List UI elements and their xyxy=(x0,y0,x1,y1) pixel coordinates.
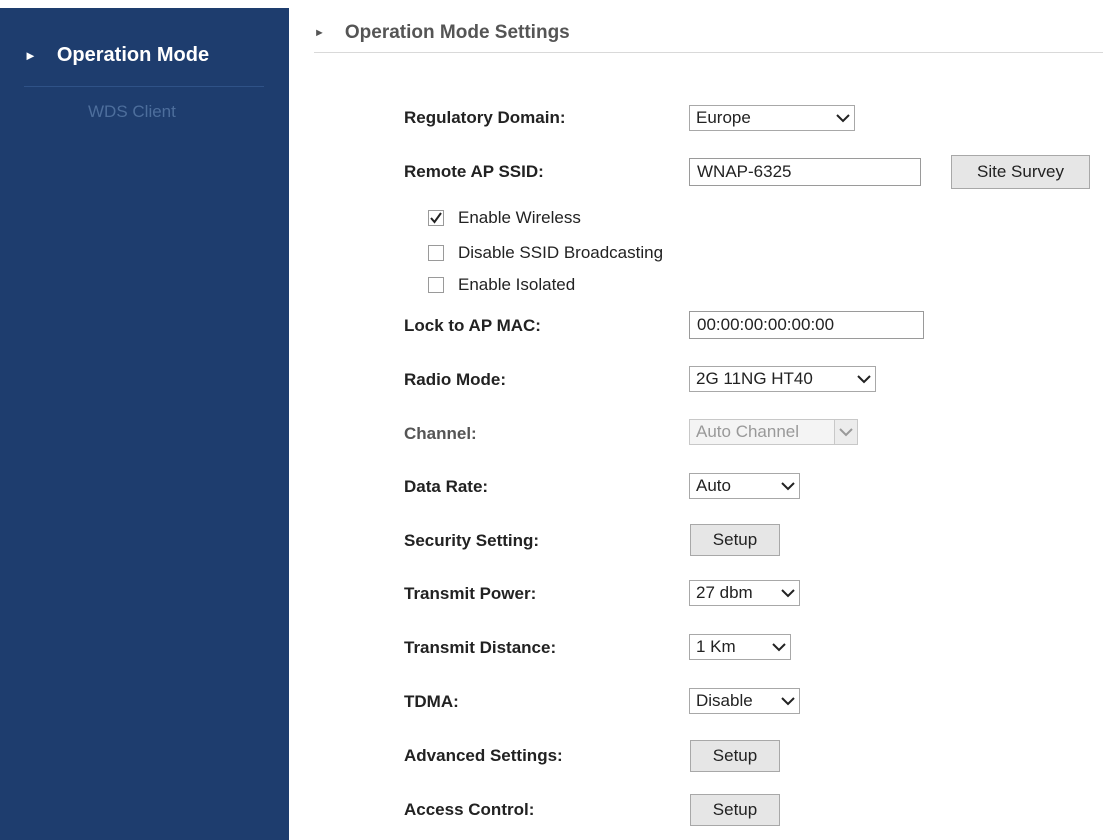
site-survey-button[interactable]: Site Survey xyxy=(951,155,1090,189)
transmit-power-label: Transmit Power: xyxy=(404,584,537,603)
sidebar-divider xyxy=(24,86,264,87)
lock-to-ap-mac-label: Lock to AP MAC: xyxy=(404,316,541,335)
channel-select: Auto Channel xyxy=(689,419,858,445)
chevron-down-icon xyxy=(832,106,854,130)
transmit-distance-label: Transmit Distance: xyxy=(404,638,557,657)
security-setting-label: Security Setting: xyxy=(404,531,540,550)
transmit-distance-select[interactable]: 1 Km xyxy=(689,634,791,660)
select-value: 2G 11NG HT40 xyxy=(696,369,813,388)
enable-wireless-checkbox[interactable]: Enable Wireless xyxy=(428,208,581,228)
tdma-label: TDMA: xyxy=(404,692,459,711)
sidebar-item-operation-mode[interactable]: ► Operation Mode xyxy=(24,44,209,67)
sidebar: ► Operation Mode WDS Client xyxy=(0,8,289,840)
regulatory-domain-label: Regulatory Domain: xyxy=(404,108,566,127)
select-value: Disable xyxy=(696,691,753,710)
advanced-settings-label: Advanced Settings: xyxy=(404,746,563,765)
transmit-power-select[interactable]: 27 dbm xyxy=(689,580,800,606)
checkbox-box[interactable] xyxy=(428,277,444,293)
access-control-label: Access Control: xyxy=(404,800,535,819)
select-value: 1 Km xyxy=(696,637,736,656)
play-arrow-icon: ► xyxy=(314,27,325,39)
chevron-down-icon xyxy=(777,581,799,605)
data-rate-select[interactable]: Auto xyxy=(689,473,800,499)
page-title: Operation Mode Settings xyxy=(344,22,570,43)
chevron-down-icon xyxy=(777,474,799,498)
remote-ap-ssid-label: Remote AP SSID: xyxy=(404,162,544,181)
select-value: Europe xyxy=(696,108,751,127)
tdma-select[interactable]: Disable xyxy=(689,688,800,714)
security-setup-button[interactable]: Setup xyxy=(690,524,780,556)
checkbox-box[interactable] xyxy=(428,245,444,261)
data-rate-label: Data Rate: xyxy=(404,477,489,496)
select-value: 27 dbm xyxy=(696,583,753,602)
chevron-down-icon xyxy=(777,689,799,713)
select-value: Auto xyxy=(696,476,731,495)
access-control-setup-button[interactable]: Setup xyxy=(690,794,780,826)
sidebar-item-wds-client[interactable]: WDS Client xyxy=(88,102,176,122)
chevron-down-icon xyxy=(768,635,790,659)
chevron-down-icon xyxy=(853,367,875,391)
disable-ssid-broadcasting-checkbox[interactable]: Disable SSID Broadcasting xyxy=(428,243,663,263)
radio-mode-label: Radio Mode: xyxy=(404,370,506,389)
checkbox-box[interactable] xyxy=(428,210,444,226)
select-value: Auto Channel xyxy=(696,422,800,441)
play-arrow-icon: ► xyxy=(24,48,37,63)
sidebar-item-label: Operation Mode xyxy=(56,44,210,66)
checkbox-label: Enable Wireless xyxy=(458,208,581,227)
lock-to-ap-mac-input[interactable] xyxy=(689,311,924,339)
section-header: ► Operation Mode Settings xyxy=(314,14,1103,53)
channel-label: Channel: xyxy=(404,424,477,443)
checkbox-label: Disable SSID Broadcasting xyxy=(458,243,664,262)
remote-ap-ssid-input[interactable] xyxy=(689,158,921,186)
advanced-setup-button[interactable]: Setup xyxy=(690,740,780,772)
enable-isolated-checkbox[interactable]: Enable Isolated xyxy=(428,275,575,295)
checkmark-icon xyxy=(430,212,442,224)
regulatory-domain-select[interactable]: Europe xyxy=(689,105,855,131)
chevron-down-icon xyxy=(834,420,857,444)
checkbox-label: Enable Isolated xyxy=(458,275,576,294)
radio-mode-select[interactable]: 2G 11NG HT40 xyxy=(689,366,876,392)
